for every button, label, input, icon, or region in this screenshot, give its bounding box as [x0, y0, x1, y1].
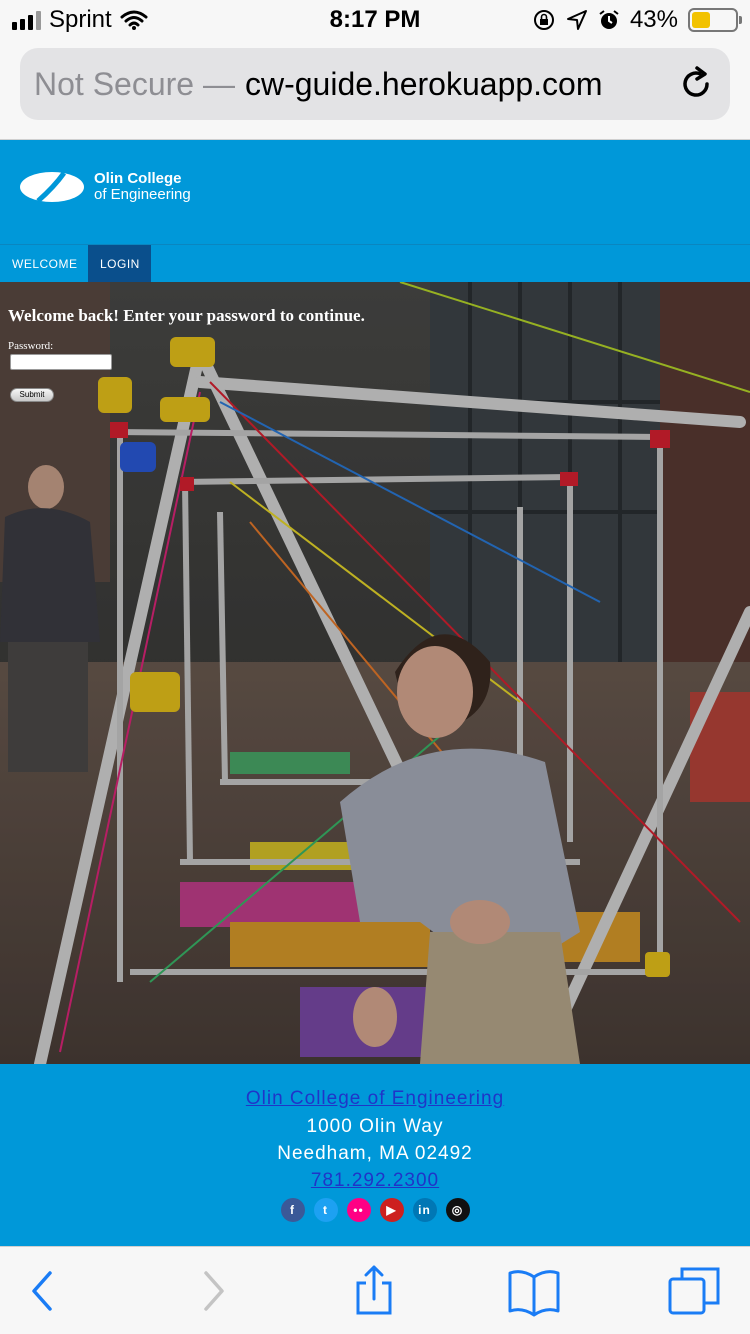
password-input[interactable]	[10, 354, 112, 370]
footer-college-name: Olin College of Engineering	[0, 1088, 750, 1110]
location-arrow-icon	[566, 10, 587, 30]
flickr-icon[interactable]: ••	[346, 1198, 371, 1222]
url-field[interactable]: Not Secure — cw-guide.herokuapp.com	[20, 48, 730, 120]
browser-toolbar	[0, 1246, 750, 1334]
site-header: Olin College of Engineering	[0, 140, 750, 244]
submit-button[interactable]: Submit	[10, 388, 54, 402]
status-right: 43%	[532, 6, 742, 34]
login-form: Welcome back! Enter your password to con…	[8, 306, 365, 402]
olin-logo[interactable]: Olin College of Engineering	[20, 170, 191, 204]
twitter-icon[interactable]: t	[313, 1198, 338, 1222]
browser-address-bar: Not Secure — cw-guide.herokuapp.com	[0, 40, 750, 140]
facebook-icon[interactable]: f	[280, 1198, 305, 1222]
logo-line2: of Engineering	[94, 186, 191, 203]
footer-address-line2: Needham, MA 02492	[277, 1143, 473, 1164]
linkedin-icon[interactable]: in	[412, 1198, 437, 1222]
nav-welcome[interactable]: WELCOME	[0, 245, 90, 283]
olin-logo-icon	[20, 171, 84, 203]
footer-phone: 781.292.2300	[0, 1170, 750, 1192]
not-secure-label: Not Secure —	[34, 65, 235, 102]
reload-icon[interactable]	[676, 64, 716, 104]
nav-login[interactable]: LOGIN	[88, 245, 151, 283]
site-nav: WELCOME LOGIN	[0, 244, 750, 283]
password-label: Password:	[8, 340, 54, 352]
hero-photo: Welcome back! Enter your password to con…	[0, 282, 750, 1064]
youtube-icon[interactable]: ▶	[379, 1198, 404, 1222]
bookmarks-icon[interactable]	[504, 1261, 564, 1321]
rotation-lock-icon	[533, 10, 554, 30]
welcome-message: Welcome back! Enter your password to con…	[8, 306, 365, 325]
site-footer: Olin College of Engineering 1000 Olin Wa…	[0, 1064, 750, 1246]
status-bar: Sprint 8:17 PM 43%	[0, 0, 750, 40]
logo-line1: Olin College	[94, 170, 182, 187]
footer-address-line1: 1000 Olin Way	[306, 1116, 444, 1137]
footer-college-link[interactable]: Olin College of Engineering	[246, 1088, 504, 1109]
logo-text: Olin College of Engineering	[94, 171, 191, 203]
forward-icon[interactable]	[182, 1261, 242, 1321]
battery-icon	[688, 8, 742, 32]
share-icon[interactable]	[344, 1261, 404, 1321]
tabs-icon[interactable]	[664, 1261, 724, 1321]
back-icon[interactable]	[14, 1261, 74, 1321]
social-links: f t •• ▶ in ◎	[0, 1198, 750, 1222]
footer-phone-link[interactable]: 781.292.2300	[311, 1170, 439, 1191]
instagram-icon[interactable]: ◎	[445, 1198, 470, 1222]
url-host: cw-guide.herokuapp.com	[244, 65, 603, 102]
alarm-icon	[599, 10, 619, 29]
battery-percent: 43%	[629, 6, 678, 33]
